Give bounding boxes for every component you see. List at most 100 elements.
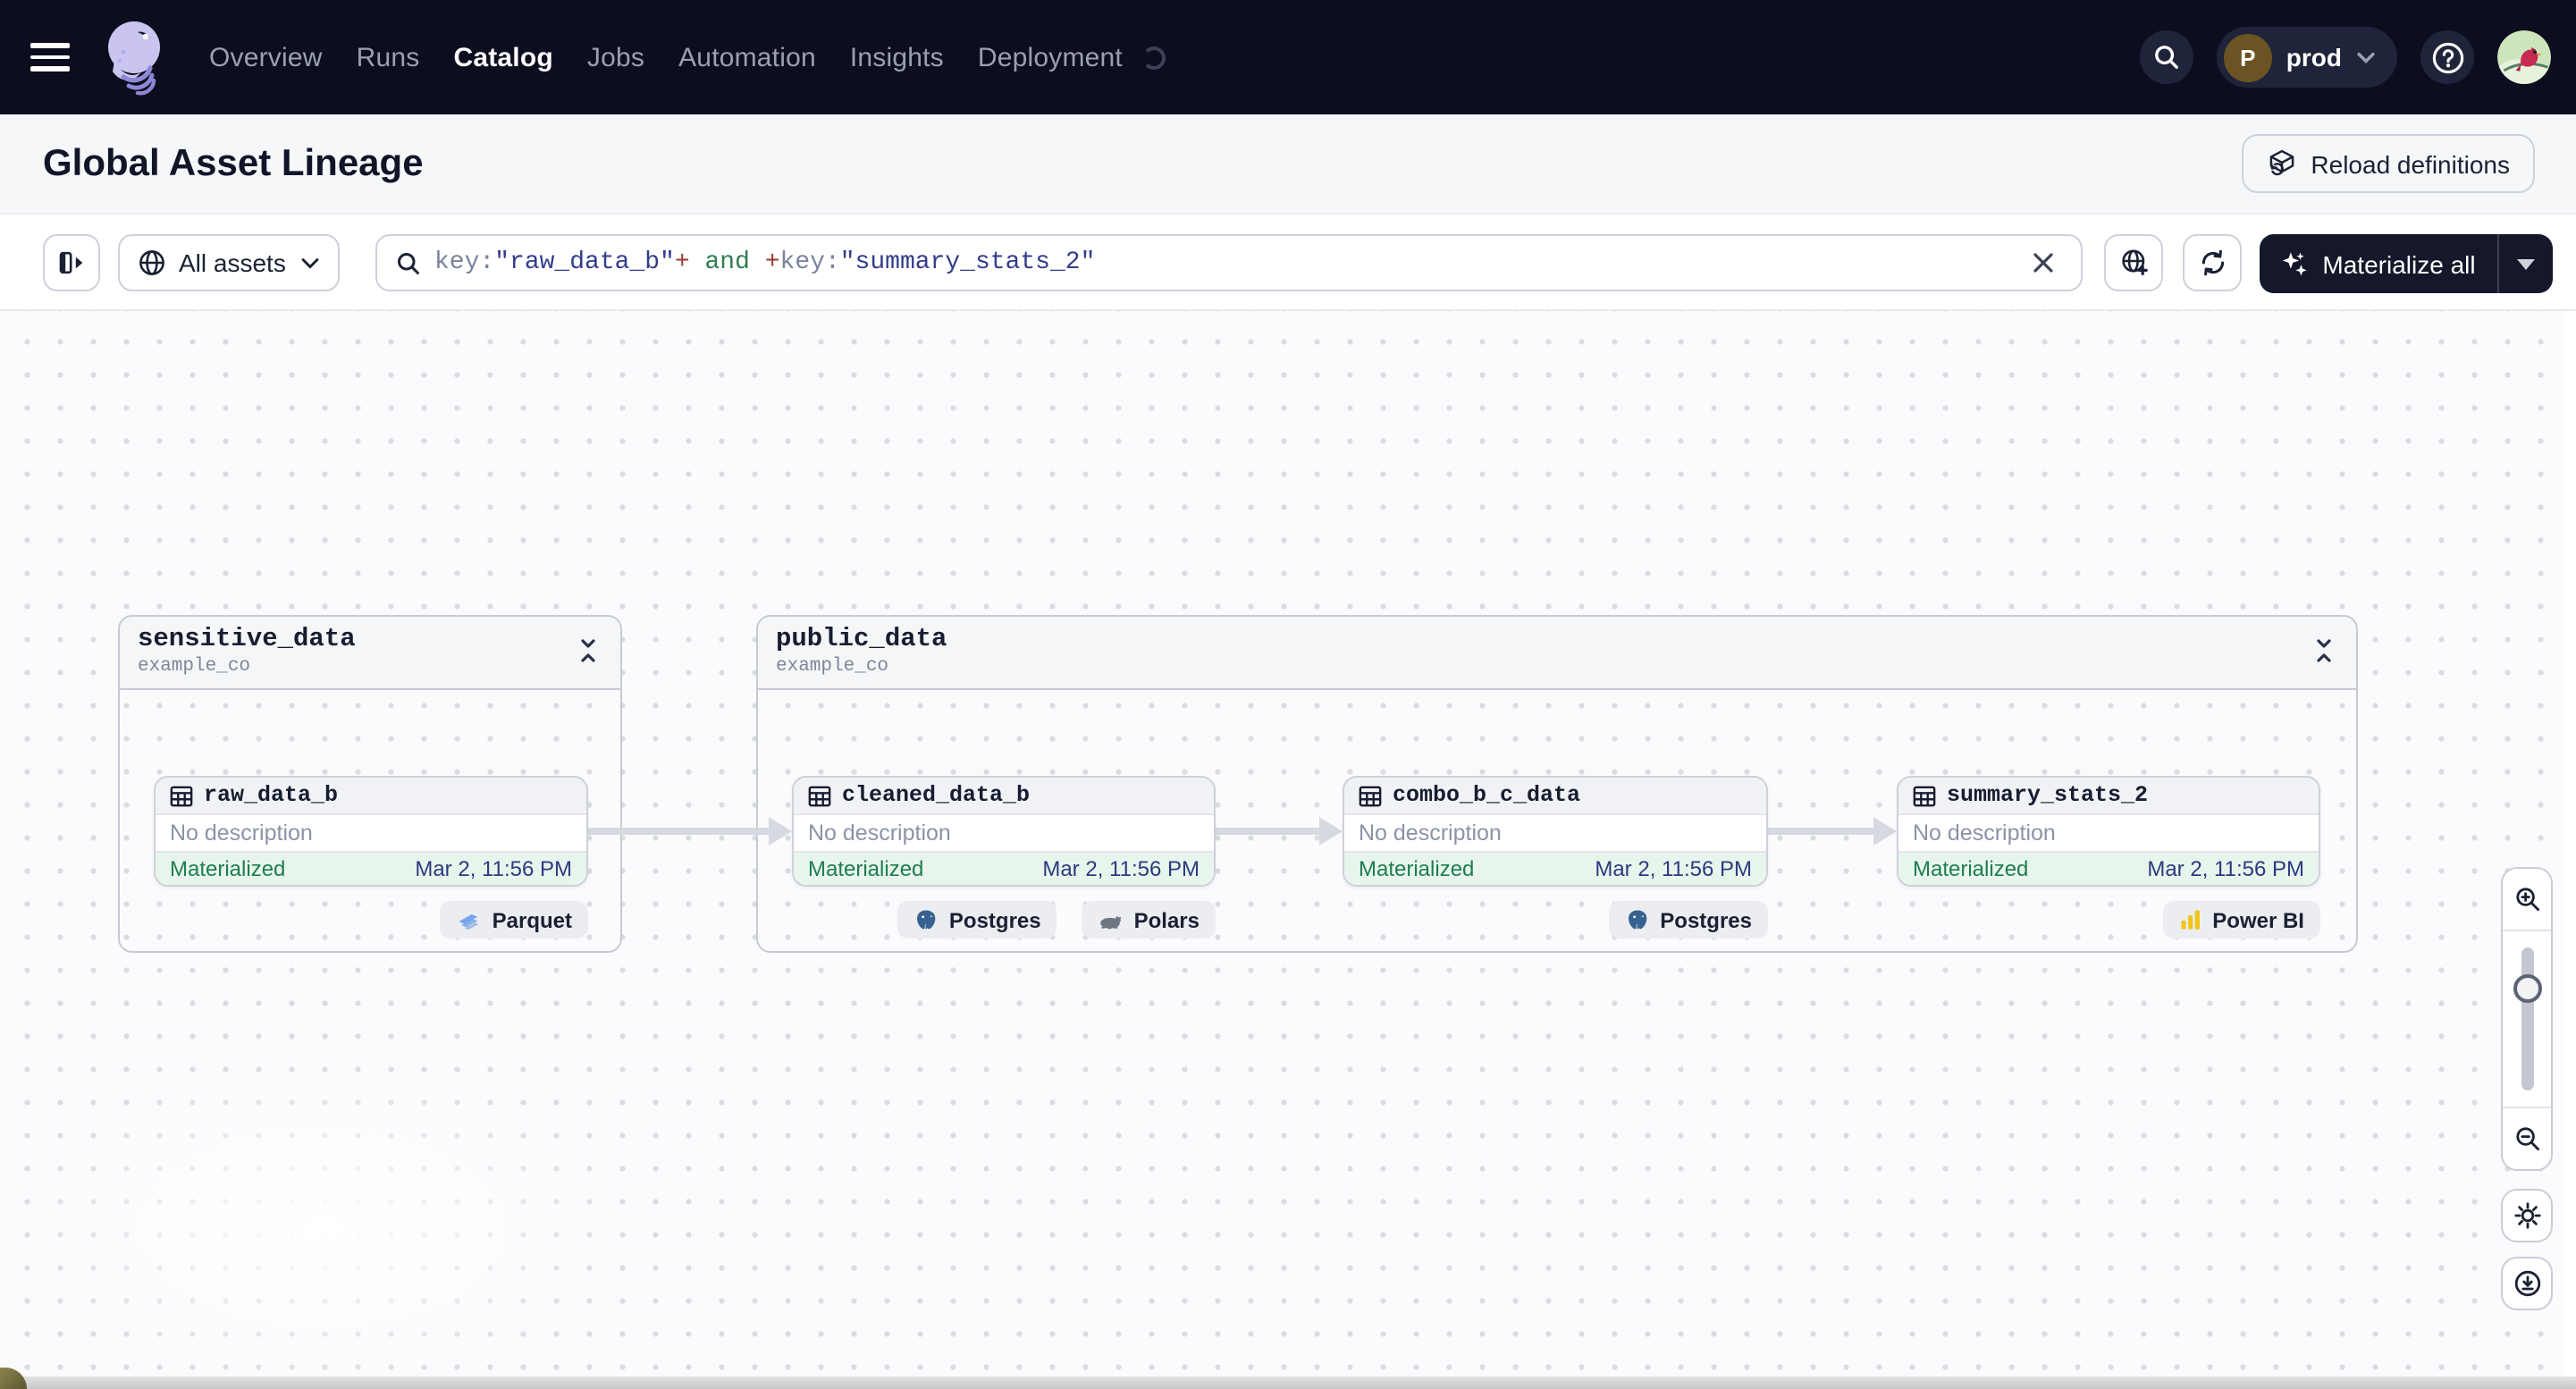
nav-item-automation[interactable]: Automation (678, 42, 816, 72)
user-avatar[interactable] (2497, 30, 2551, 84)
asset-description: No description (1913, 821, 2056, 846)
loading-spinner-icon (1141, 46, 1166, 69)
graph-settings-button[interactable] (2501, 1189, 2553, 1242)
nav-item-overview[interactable]: Overview (209, 42, 323, 72)
reload-definitions-button[interactable]: Reload definitions (2241, 134, 2535, 193)
nav-item-insights[interactable]: Insights (850, 42, 944, 72)
materialize-all-button[interactable]: Materialize all (2260, 234, 2497, 293)
group-code-location: example_co (776, 656, 889, 678)
hamburger-menu-icon[interactable] (30, 43, 70, 72)
materialize-all-label: Materialize all (2322, 249, 2476, 278)
chevron-down-icon (300, 257, 320, 269)
nav-links: Overview Runs Catalog Jobs Automation In… (209, 42, 1166, 72)
group-header[interactable]: sensitive_data example_co (120, 617, 620, 690)
tag-label: Postgres (1660, 907, 1752, 932)
tag-powerbi[interactable]: Power BI (2162, 901, 2320, 939)
query-segment: key: (779, 248, 840, 277)
help-icon (2430, 40, 2464, 74)
scope-filter-label: All assets (179, 248, 286, 277)
collapse-sidebar-button[interactable] (43, 234, 100, 291)
asset-node-cleaned_data_b[interactable]: cleaned_data_b No description Materializ… (792, 776, 1216, 887)
tag-parquet[interactable]: Parquet (440, 901, 588, 939)
asset-name: raw_data_b (204, 783, 339, 808)
help-button[interactable] (2420, 30, 2474, 84)
asset-tags: Parquet (154, 901, 588, 939)
asset-name: combo_b_c_data (1393, 783, 1581, 808)
tag-polars[interactable]: Polars (1082, 901, 1216, 939)
status-badge: Materialized (1913, 856, 2029, 881)
zoom-out-button[interactable] (2503, 1108, 2551, 1169)
zoom-slider[interactable] (2503, 930, 2551, 1108)
search-icon (395, 249, 422, 276)
asset-status-row: Materialized Mar 2, 11:56 PM (156, 851, 586, 885)
app-window: Overview Runs Catalog Jobs Automation In… (0, 0, 2576, 1389)
query-segment: + (764, 248, 780, 277)
nav-item-deployment[interactable]: Deployment (978, 42, 1123, 72)
group-code-location: example_co (138, 656, 251, 678)
canvas-glow (0, 996, 751, 1389)
environment-switcher[interactable]: P prod (2216, 27, 2397, 88)
tag-label: Power BI (2212, 907, 2304, 932)
caret-down-icon (2517, 258, 2535, 269)
asset-node-header: combo_b_c_data (1344, 778, 1766, 815)
postgres-icon (1624, 907, 1649, 932)
query-segment: "summary_stats_2" (839, 248, 1096, 277)
asset-scope-filter[interactable]: All assets (118, 234, 340, 291)
group-header[interactable]: public_data example_co (758, 617, 2356, 690)
collapse-group-icon[interactable] (577, 638, 606, 669)
materialization-timestamp: Mar 2, 11:56 PM (2147, 856, 2304, 881)
lineage-edge (1768, 828, 1877, 835)
dagster-logo-icon[interactable] (98, 16, 170, 98)
canvas-right-gutter (2563, 311, 2576, 1389)
zoom-in-button[interactable] (2503, 869, 2551, 930)
materialization-timestamp: Mar 2, 11:56 PM (1595, 856, 1752, 881)
gear-icon (2513, 1201, 2541, 1230)
panel-toggle-icon (57, 248, 86, 277)
tag-postgres[interactable]: Postgres (1608, 901, 1768, 939)
clear-search-icon[interactable] (2024, 243, 2063, 282)
sparkles-icon (2281, 250, 2308, 277)
zoom-slider-track[interactable] (2521, 947, 2533, 1090)
zoom-controls (2501, 867, 2553, 1171)
asset-node-combo_b_c_data[interactable]: combo_b_c_data No description Materializ… (1343, 776, 1768, 887)
asset-tags: Power BI (1897, 901, 2320, 939)
asset-node-raw_data_b[interactable]: raw_data_b No description Materialized M… (154, 776, 588, 887)
table-icon (170, 784, 193, 807)
lineage-edge-arrowhead (769, 817, 792, 846)
asset-search-input[interactable]: key: "raw_data_b" + and + key: "summary_stat… (375, 234, 2083, 291)
filter-to-selection-button[interactable] (2104, 234, 2163, 291)
nav-item-catalog[interactable]: Catalog (453, 42, 552, 72)
asset-name: summary_stats_2 (1947, 783, 2149, 808)
tag-postgres[interactable]: Postgres (897, 901, 1057, 939)
polars-icon (1099, 907, 1124, 932)
status-badge: Materialized (170, 856, 286, 881)
asset-tags: Postgres (1343, 901, 1768, 939)
materialization-timestamp: Mar 2, 11:56 PM (1042, 856, 1200, 881)
query-segment: + (674, 248, 690, 277)
refresh-graph-button[interactable] (2183, 234, 2242, 291)
search-button[interactable] (2139, 30, 2193, 84)
asset-tags: Postgres Polars (792, 901, 1216, 939)
zoom-slider-thumb[interactable] (2513, 974, 2541, 1003)
materialize-options-button[interactable] (2497, 234, 2553, 293)
materialization-timestamp: Mar 2, 11:56 PM (415, 856, 572, 881)
collapse-group-icon[interactable] (2313, 638, 2342, 669)
tag-label: Parquet (492, 907, 572, 932)
tag-label: Polars (1133, 907, 1200, 932)
asset-status-row: Materialized Mar 2, 11:56 PM (1344, 851, 1766, 885)
query-segment: key: (434, 248, 495, 277)
lineage-canvas[interactable]: sensitive_data example_co public_data ex… (0, 311, 2576, 1389)
nav-item-jobs[interactable]: Jobs (587, 42, 644, 72)
asset-name: cleaned_data_b (842, 783, 1031, 808)
asset-node-summary_stats_2[interactable]: summary_stats_2 No description Materiali… (1897, 776, 2320, 887)
nav-item-runs[interactable]: Runs (357, 42, 420, 72)
chevron-down-icon (2356, 51, 2376, 63)
lineage-edge (588, 828, 770, 835)
tag-label: Postgres (948, 907, 1041, 932)
download-graph-button[interactable] (2501, 1257, 2553, 1310)
globe-plus-icon (2119, 248, 2148, 277)
asset-node-header: raw_data_b (156, 778, 586, 815)
group-title: public_data (776, 626, 947, 654)
status-badge: Materialized (808, 856, 924, 881)
top-nav: Overview Runs Catalog Jobs Automation In… (0, 0, 2576, 114)
